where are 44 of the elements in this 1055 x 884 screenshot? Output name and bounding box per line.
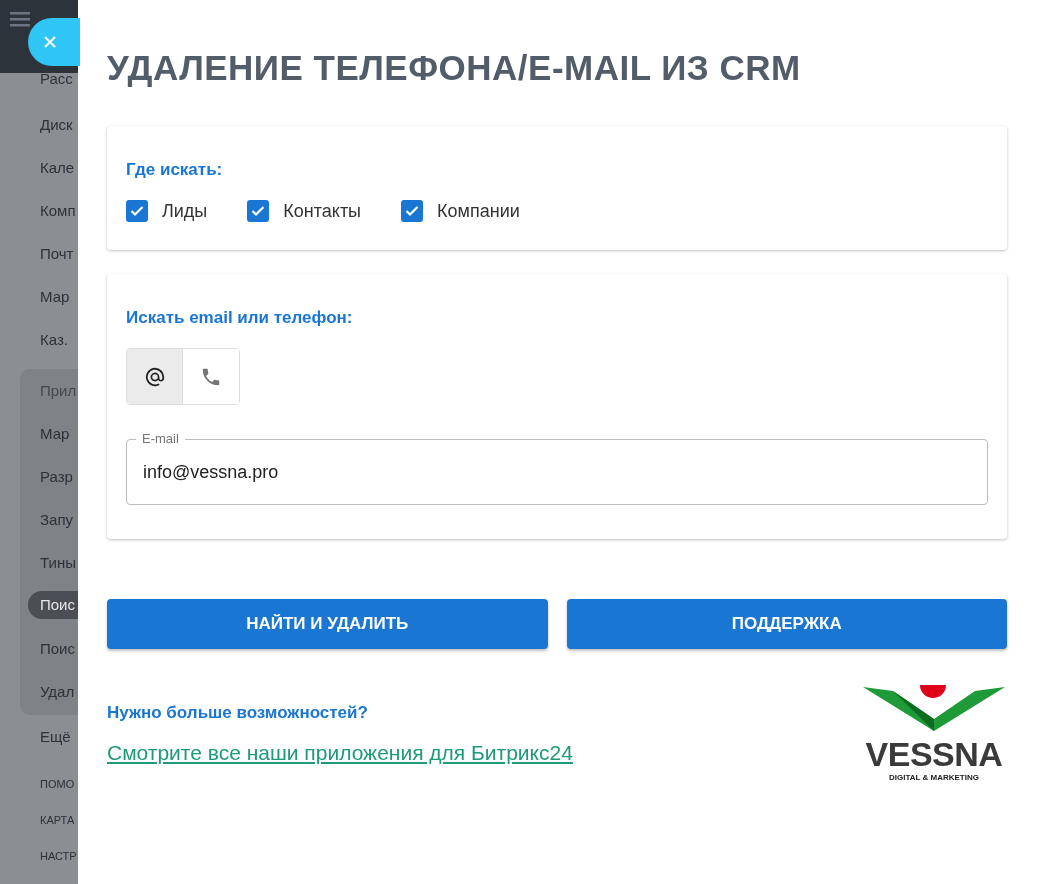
menu-item[interactable]: Поис bbox=[28, 591, 78, 619]
menu-item[interactable]: Тины bbox=[20, 541, 78, 584]
footer-link[interactable]: НАСТР bbox=[0, 850, 78, 866]
menu-item[interactable]: Комп bbox=[0, 189, 78, 232]
menu-item[interactable]: Расс bbox=[0, 71, 78, 87]
menu-item[interactable]: Поис bbox=[20, 627, 78, 670]
close-icon bbox=[44, 36, 56, 48]
checkbox[interactable]: Компании bbox=[401, 200, 520, 222]
logo-tagline: DIGITAL & MARKETING bbox=[889, 773, 979, 782]
checkbox[interactable]: Лиды bbox=[126, 200, 208, 222]
at-sign-icon bbox=[143, 365, 166, 388]
footer-link[interactable]: КАРТА bbox=[0, 814, 78, 830]
page-title: УДАЛЕНИЕ ТЕЛЕФОНА/E-MAIL ИЗ CRM bbox=[107, 48, 802, 88]
checkbox-box[interactable] bbox=[126, 200, 148, 222]
close-button[interactable] bbox=[28, 18, 80, 66]
footer-link[interactable]: ПОМО bbox=[0, 778, 78, 794]
menu-item[interactable]: Мар bbox=[20, 412, 78, 455]
menu-item[interactable]: Запу bbox=[20, 498, 78, 541]
section-label: Искать email или телефон: bbox=[126, 308, 354, 328]
checkbox-label: Компании bbox=[437, 200, 520, 222]
email-toggle[interactable] bbox=[127, 349, 183, 404]
checkbox-box[interactable] bbox=[401, 200, 424, 222]
menu-item[interactable]: Мар bbox=[0, 275, 78, 318]
menu-item[interactable]: Удал bbox=[20, 670, 78, 713]
checkbox-box[interactable] bbox=[247, 200, 270, 222]
menu-item[interactable]: Почт bbox=[0, 232, 78, 275]
menu-item[interactable]: Кале bbox=[0, 146, 78, 189]
menu-item[interactable]: Каз. bbox=[0, 318, 78, 361]
menu-item[interactable]: Разр bbox=[20, 455, 78, 498]
checkbox[interactable]: Контакты bbox=[247, 200, 362, 222]
action-button[interactable]: НАЙТИ И УДАЛИТЬ bbox=[107, 599, 548, 649]
menu-item[interactable]: Ещё bbox=[0, 715, 78, 758]
section-label: Где искать: bbox=[126, 160, 224, 180]
checkbox-label: Лиды bbox=[162, 200, 208, 222]
field-label: E-mail bbox=[136, 431, 185, 446]
checkbox-label: Контакты bbox=[283, 200, 362, 222]
logo-name: VESSNA bbox=[865, 737, 1003, 771]
menu-item[interactable]: Диск bbox=[0, 103, 78, 146]
menu-icon[interactable] bbox=[10, 10, 30, 27]
logo-mark-icon bbox=[863, 685, 1005, 733]
action-button[interactable]: ПОДДЕРЖКА bbox=[566, 599, 1007, 649]
group-title: Прил bbox=[39, 381, 78, 401]
apps-link[interactable]: Смотрите все наши приложения для Битрикс24 bbox=[107, 741, 573, 764]
promo-heading: Нужно больше возможностей? bbox=[107, 703, 369, 723]
